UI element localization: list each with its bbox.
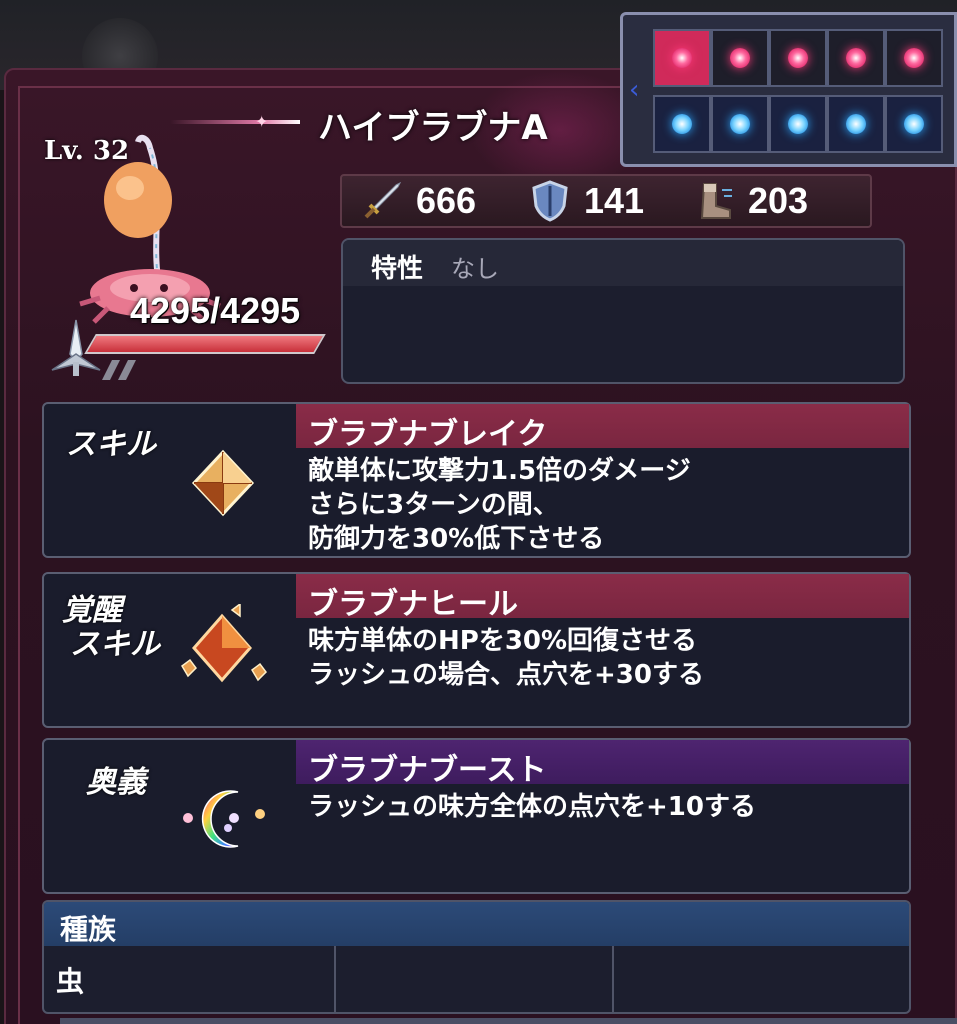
skill-header: ブラブナブースト bbox=[296, 740, 909, 788]
dot-cell bbox=[885, 29, 943, 87]
dot-cell bbox=[653, 29, 711, 87]
skill-description-line: 敵単体に攻撃力1.5倍のダメージ bbox=[308, 456, 691, 486]
dot-cell bbox=[769, 29, 827, 87]
sword-icon bbox=[364, 181, 402, 219]
awakening-skill-box[interactable]: ブラブナヒール 覚醒 スキル 味方単体のHPを30%回復させる ラッシュの場合、… bbox=[42, 572, 911, 728]
dot-row-top bbox=[653, 29, 943, 87]
chevron-left-icon[interactable]: ‹ bbox=[629, 75, 639, 105]
dot-cell bbox=[653, 95, 711, 153]
skill-description-line: さらに3ターンの間、 bbox=[308, 490, 559, 520]
skill-type-label: スキル bbox=[66, 427, 156, 462]
skill-description: ラッシュの味方全体の点穴を+10する bbox=[308, 790, 756, 824]
rainbow-crescent-icon bbox=[183, 790, 265, 848]
skill-description-line: 味方単体のHPを30%回復させる bbox=[308, 626, 698, 656]
skill-header: ブラブナヒール bbox=[296, 574, 909, 622]
trait-box: 特性 なし bbox=[341, 238, 905, 384]
trait-label: 特性 bbox=[371, 254, 424, 284]
tribe-cell bbox=[336, 946, 614, 1012]
blue-dot-icon bbox=[788, 114, 808, 134]
blue-dot-icon bbox=[904, 114, 924, 134]
skill-type-label: 覚醒 スキル bbox=[62, 594, 160, 662]
skill-name: ブラブナブースト bbox=[308, 753, 547, 788]
red-dot-icon bbox=[730, 48, 750, 68]
attack-stat: 666 bbox=[362, 180, 476, 222]
blue-dot-icon bbox=[672, 114, 692, 134]
next-section-edge bbox=[60, 1018, 957, 1024]
tribe-header: 種族 bbox=[44, 902, 909, 946]
crystal-cluster-icon bbox=[181, 604, 267, 683]
tribe-label: 種族 bbox=[60, 913, 117, 946]
red-dot-icon bbox=[672, 48, 692, 68]
speed-value: 203 bbox=[748, 180, 809, 221]
trait-value: なし bbox=[451, 255, 499, 283]
skill-description: 敵単体に攻撃力1.5倍のダメージ さらに3ターンの間、 防御力を30%低下させる bbox=[308, 454, 691, 556]
trait-header: 特性 なし bbox=[343, 240, 903, 286]
speed-stat: 203 bbox=[694, 180, 808, 222]
skill-type-label-line: 覚醒 bbox=[62, 593, 122, 628]
skill-description: 味方単体のHPを30%回復させる ラッシュの場合、点穴を+30する bbox=[308, 624, 704, 692]
skill-box[interactable]: ブラブナブレイク スキル 敵単体に攻撃力1.5倍のダメージ さらに3ターンの間、… bbox=[42, 402, 911, 558]
dot-cell bbox=[827, 95, 885, 153]
hp-bar bbox=[84, 334, 326, 354]
dot-cell bbox=[769, 95, 827, 153]
defense-stat: 141 bbox=[530, 180, 644, 222]
skill-type-label: 奥義 bbox=[86, 765, 146, 800]
dot-cell bbox=[885, 95, 943, 153]
stats-bar: 666 141 203 bbox=[340, 174, 872, 228]
tribe-value: 虫 bbox=[56, 965, 85, 998]
attack-value: 666 bbox=[416, 180, 477, 221]
boot-icon bbox=[700, 183, 732, 219]
shield-icon bbox=[532, 180, 568, 222]
tribe-box: 種族 虫 bbox=[42, 900, 911, 1014]
title-decoration-line bbox=[170, 120, 300, 124]
hp-bar-fill bbox=[87, 336, 323, 352]
tribe-cell: 虫 bbox=[44, 946, 336, 1012]
blue-dot-icon bbox=[846, 114, 866, 134]
dot-cell bbox=[711, 95, 769, 153]
monster-level: Lv. 32 bbox=[44, 136, 130, 166]
red-dot-icon bbox=[904, 48, 924, 68]
skill-header: ブラブナブレイク bbox=[296, 404, 909, 452]
skill-type-label-line: スキル bbox=[70, 627, 160, 662]
tribe-cell bbox=[614, 946, 909, 1012]
hp-value: 4295/4295 bbox=[130, 290, 301, 331]
tenketsu-dot-grid: ‹ bbox=[620, 12, 957, 167]
monster-name: ハイブラブナA bbox=[318, 108, 548, 148]
dot-cell bbox=[827, 29, 885, 87]
skill-description-line: 防御力を30%低下させる bbox=[308, 524, 605, 554]
amber-crystal-icon bbox=[191, 449, 255, 517]
gauge-stripes-icon bbox=[102, 360, 136, 380]
dot-cell bbox=[711, 29, 769, 87]
defense-value: 141 bbox=[584, 180, 645, 221]
dot-row-bottom bbox=[653, 95, 943, 153]
red-dot-icon bbox=[846, 48, 866, 68]
blue-dot-icon bbox=[730, 114, 750, 134]
skill-description-line: ラッシュの場合、点穴を+30する bbox=[308, 660, 704, 690]
red-dot-icon bbox=[788, 48, 808, 68]
skill-description-line: ラッシュの味方全体の点穴を+10する bbox=[308, 792, 756, 822]
skill-name: ブラブナブレイク bbox=[308, 417, 548, 452]
ultimate-skill-box[interactable]: ブラブナブースト 奥義 ラッシュの味方全体の点穴を+10する bbox=[42, 738, 911, 894]
skill-name: ブラブナヒール bbox=[308, 587, 518, 622]
